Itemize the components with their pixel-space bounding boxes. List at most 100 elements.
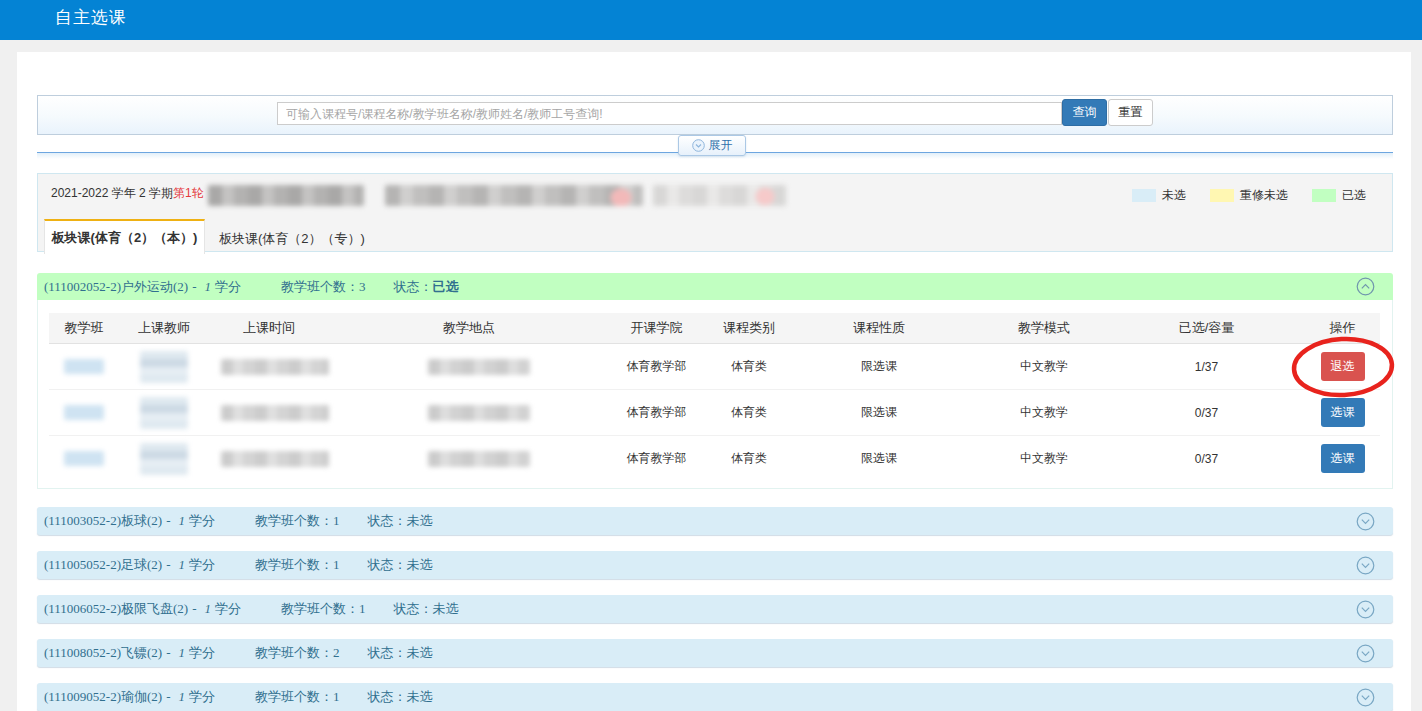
cell-nature: 限选课	[794, 344, 964, 390]
course-status: 状态：未选	[394, 600, 459, 618]
cell-class	[49, 344, 119, 390]
expand-tab[interactable]: 展开	[678, 135, 746, 156]
legend-item-selected: 已选	[1312, 187, 1366, 204]
course-status: 状态：已选	[394, 278, 459, 296]
legend-label-unselected: 未选	[1162, 187, 1186, 204]
legend-swatch-unselected	[1132, 189, 1156, 202]
course-credits: 1	[179, 513, 186, 529]
table-row: 体育教学部 体育类 限选课 中文教学 0/37 选课	[49, 390, 1380, 436]
withdraw-button[interactable]: 退选	[1321, 352, 1365, 381]
course-section-header[interactable]: (111005052-2)足球(2)-1学分 教学班个数：1 状态：未选	[37, 551, 1393, 579]
course-name: 板球(2)	[121, 512, 162, 530]
collapse-icon[interactable]	[1356, 277, 1375, 296]
course-status: 状态：未选	[368, 688, 433, 706]
expand-icon[interactable]	[1356, 644, 1375, 663]
course-section-header[interactable]: (111008052-2)飞镖(2)-1学分 教学班个数：2 状态：未选	[37, 639, 1393, 667]
course-section-header[interactable]: (111009052-2)瑜伽(2)-1学分 教学班个数：1 状态：未选	[37, 683, 1393, 711]
redacted-student-info-1	[208, 185, 364, 206]
redacted-class-name	[64, 359, 104, 374]
redacted-teacher-name	[140, 443, 188, 475]
expand-icon[interactable]	[1356, 600, 1375, 619]
course-section-header[interactable]: (111003052-2)板球(2)-1学分 教学班个数：1 状态：未选	[37, 507, 1393, 535]
course-name: 户外运动(2)	[121, 278, 188, 296]
semester-text: 2021-2022 学年 2 学期	[51, 186, 173, 200]
cell-category: 体育类	[704, 436, 794, 482]
table-header-row: 教学班 上课教师 上课时间 教学地点 开课学院 课程类别 课程性质 教学模式 已…	[49, 313, 1380, 344]
course-table: 教学班 上课教师 上课时间 教学地点 开课学院 课程类别 课程性质 教学模式 已…	[49, 313, 1380, 481]
course-code: (111002052-2)	[44, 279, 121, 295]
expand-icon[interactable]	[1356, 512, 1375, 531]
course-section-header[interactable]: (111006052-2)极限飞盘(2)-1学分 教学班个数：1 状态：未选	[37, 595, 1393, 623]
class-count: 教学班个数：1	[255, 556, 340, 574]
col-header-teacher: 上课教师	[119, 313, 209, 344]
expand-icon[interactable]	[1356, 556, 1375, 575]
tab-block-course-zhuan[interactable]: 板块课(体育（2）（专）)	[205, 224, 379, 254]
tab-block-course-ben[interactable]: 板块课(体育（2）（本）)	[44, 219, 205, 254]
legend-swatch-retake-unselected	[1210, 189, 1234, 202]
semester-info-panel: 2021-2022 学年 2 学期第1轮 未选 重修未选 已选 板块课(体育（2…	[37, 173, 1393, 252]
course-tabs: 板块课(体育（2）（本）) 板块课(体育（2）（专）)	[44, 219, 379, 254]
course-credits: 1	[179, 557, 186, 573]
course-name: 飞镖(2)	[121, 644, 162, 662]
col-header-time: 上课时间	[209, 313, 329, 344]
legend-label-selected: 已选	[1342, 187, 1366, 204]
expand-icon[interactable]	[1356, 688, 1375, 707]
table-row: 体育教学部 体育类 限选课 中文教学 0/37 选课	[49, 436, 1380, 482]
class-count: 教学班个数：1	[281, 600, 366, 618]
course-section-body: 教学班 上课教师 上课时间 教学地点 开课学院 课程类别 课程性质 教学模式 已…	[37, 300, 1393, 489]
cell-place	[329, 390, 609, 436]
round-badge: 第1轮	[173, 186, 204, 200]
course-status: 状态：未选	[368, 512, 433, 530]
course-section-expanded: (111002052-2)户外运动(2)-1学分 教学班个数：3 状态：已选 教…	[37, 273, 1393, 489]
course-credits: 1	[205, 279, 212, 295]
redacted-class-time	[221, 451, 329, 467]
course-code: (111009052-2)	[44, 689, 121, 705]
cell-place	[329, 436, 609, 482]
redacted-class-place	[428, 359, 530, 375]
search-panel: 查询 重置	[37, 95, 1393, 135]
dash: -	[192, 279, 196, 295]
expand-strip: 展开	[37, 152, 1393, 159]
cell-category: 体育类	[704, 344, 794, 390]
cell-teacher	[119, 344, 209, 390]
cell-college: 体育教学部	[609, 344, 704, 390]
cell-time	[209, 436, 329, 482]
select-button[interactable]: 选课	[1321, 398, 1365, 427]
credits-suffix: 学分	[215, 278, 241, 296]
col-header-college: 开课学院	[609, 313, 704, 344]
search-input[interactable]	[277, 102, 1062, 125]
redacted-student-info-3	[653, 185, 786, 206]
cell-category: 体育类	[704, 390, 794, 436]
cell-capacity: 1/37	[1124, 344, 1289, 390]
page-title: 自主选课	[0, 0, 1422, 26]
query-button[interactable]: 查询	[1062, 99, 1107, 126]
cell-mode: 中文教学	[964, 390, 1124, 436]
cell-college: 体育教学部	[609, 436, 704, 482]
redacted-class-name	[64, 405, 104, 420]
redacted-class-place	[428, 405, 530, 421]
table-row: 体育教学部 体育类 限选课 中文教学 1/37 退选	[49, 344, 1380, 390]
cell-action: 退选	[1289, 344, 1380, 390]
course-credits: 1	[179, 645, 186, 661]
col-header-capacity: 已选/容量	[1124, 313, 1289, 344]
course-status: 状态：未选	[368, 556, 433, 574]
cell-capacity: 0/37	[1124, 436, 1289, 482]
course-name: 足球(2)	[121, 556, 162, 574]
cell-place	[329, 344, 609, 390]
cell-class	[49, 390, 119, 436]
legend-label-retake-unselected: 重修未选	[1240, 187, 1288, 204]
cell-capacity: 0/37	[1124, 390, 1289, 436]
select-button[interactable]: 选课	[1321, 444, 1365, 473]
course-code: (111008052-2)	[44, 645, 121, 661]
redacted-teacher-name	[140, 351, 188, 383]
app-header: 自主选课	[0, 0, 1422, 40]
cell-mode: 中文教学	[964, 436, 1124, 482]
redacted-class-time	[221, 405, 329, 421]
col-header-category: 课程类别	[704, 313, 794, 344]
course-status: 状态：未选	[368, 644, 433, 662]
course-section-header[interactable]: (111002052-2)户外运动(2)-1学分 教学班个数：3 状态：已选	[37, 273, 1393, 300]
legend-item-retake-unselected: 重修未选	[1210, 187, 1288, 204]
course-name: 瑜伽(2)	[121, 688, 162, 706]
col-header-class: 教学班	[49, 313, 119, 344]
reset-button[interactable]: 重置	[1108, 99, 1153, 126]
